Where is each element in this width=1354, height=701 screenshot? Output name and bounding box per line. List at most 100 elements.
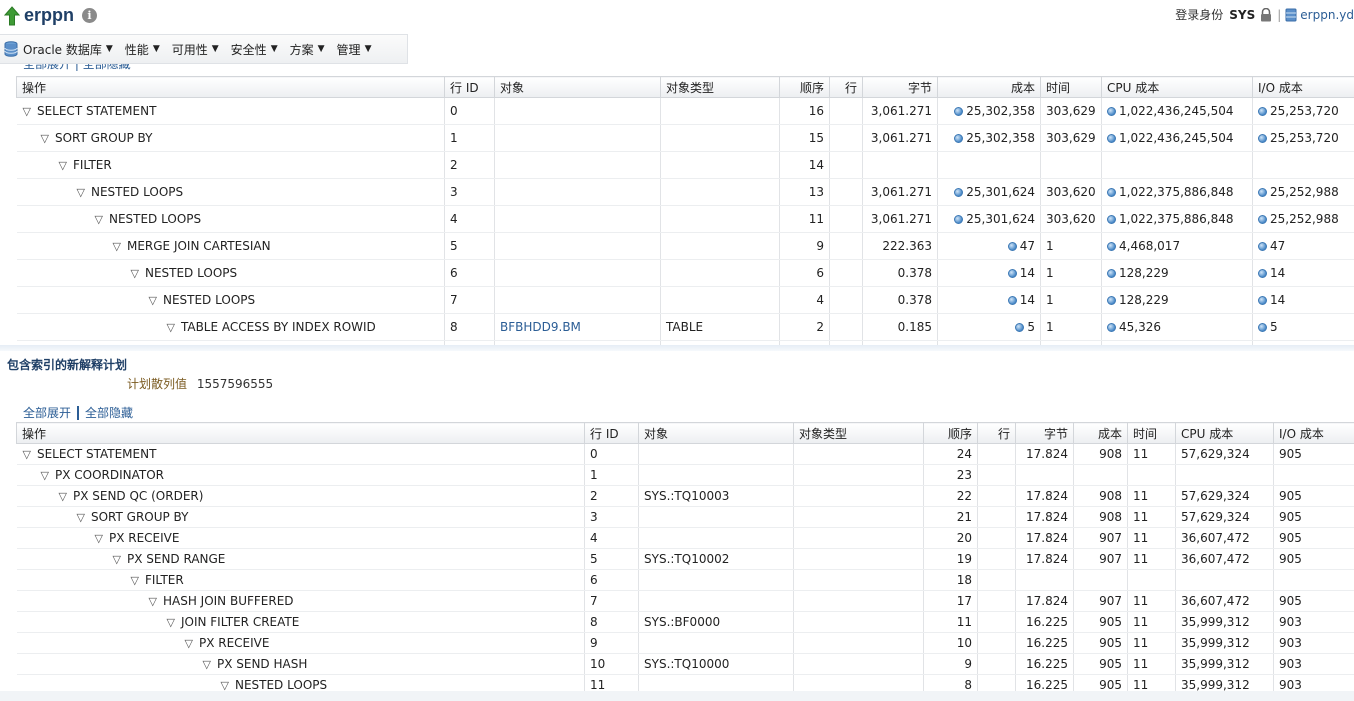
collapse-triangle-icon[interactable]: ▽ — [203, 658, 211, 671]
col-operation[interactable]: 操作 — [16, 422, 585, 444]
info-icon[interactable]: i — [82, 8, 98, 23]
plan-row[interactable]: ▽ TABLE ACCESS BY INDEX ROWID 8 BFBHDD9.BM T… — [16, 313, 1354, 341]
col-object[interactable]: 对象 — [638, 422, 794, 444]
metric-dot-icon[interactable] — [1107, 215, 1116, 224]
collapse-triangle-icon[interactable]: ▽ — [131, 267, 139, 280]
up-arrow-icon[interactable] — [4, 5, 20, 26]
metric-dot-icon[interactable] — [1107, 134, 1116, 143]
menu-schema[interactable]: 方案 ▼ — [290, 41, 325, 58]
expand-all-link[interactable]: 全部展开 — [23, 404, 71, 421]
collapse-triangle-icon[interactable]: ▽ — [149, 595, 157, 608]
col-time[interactable]: 时间 — [1040, 76, 1102, 98]
metric-dot-icon[interactable] — [1107, 188, 1116, 197]
metric-dot-icon[interactable] — [1258, 269, 1267, 278]
metric-dot-icon[interactable] — [1258, 296, 1267, 305]
plan-row[interactable]: ▽ PX SEND HASH 10 SYS.:TQ10000 9 16.225 905 11 3… — [16, 653, 1354, 675]
col-row-id[interactable]: 行 ID — [444, 76, 495, 98]
plan-row[interactable]: ▽ FILTER 2 14 — [16, 151, 1354, 179]
metric-dot-icon[interactable] — [1258, 215, 1267, 224]
collapse-triangle-icon[interactable]: ▽ — [95, 213, 103, 226]
plan-row[interactable]: ▽ PX SEND QC (ORDER) 2 SYS.:TQ10003 22 17.824… — [16, 485, 1354, 507]
collapse-triangle-icon[interactable]: ▽ — [77, 186, 85, 199]
metric-dot-icon[interactable] — [1107, 269, 1116, 278]
collapse-triangle-icon[interactable]: ▽ — [167, 616, 175, 629]
plan-row[interactable]: ▽ JOIN FILTER CREATE 8 SYS.:BF0000 11 16.225 9… — [16, 611, 1354, 633]
collapse-triangle-icon[interactable]: ▽ — [95, 532, 103, 545]
col-bytes[interactable]: 字节 — [1015, 422, 1074, 444]
plan-row[interactable]: ▽ PX RECEIVE 9 10 16.225 905 11 35,999,312 903 — [16, 632, 1354, 654]
col-cpu-cost[interactable]: CPU 成本 — [1175, 422, 1274, 444]
plan-row[interactable]: ▽ SORT GROUP BY 3 21 17.824 908 11 57,629,324 90… — [16, 506, 1354, 528]
collapse-triangle-icon[interactable]: ▽ — [59, 159, 67, 172]
metric-dot-icon[interactable] — [1258, 107, 1267, 116]
metric-dot-icon[interactable] — [954, 107, 964, 116]
collapse-triangle-icon[interactable]: ▽ — [131, 574, 139, 587]
collapse-triangle-icon[interactable]: ▽ — [77, 511, 85, 524]
col-order[interactable]: 顺序 — [779, 76, 830, 98]
metric-dot-icon[interactable] — [954, 134, 964, 143]
metric-dot-icon[interactable] — [1107, 107, 1116, 116]
metric-dot-icon[interactable] — [1258, 134, 1267, 143]
menu-security[interactable]: 安全性 ▼ — [231, 41, 278, 58]
plan-row[interactable]: ▽ NESTED LOOPS 11 8 16.225 905 11 35,999,312 903 — [16, 674, 1354, 691]
metric-dot-icon[interactable] — [1258, 242, 1267, 251]
col-object-type[interactable]: 对象类型 — [793, 422, 924, 444]
plan-row[interactable]: ▽ SELECT STATEMENT 0 24 17.824 908 11 57,629,32… — [16, 443, 1354, 465]
plan1-panel[interactable]: 全部展开 | 全部隐藏 操作 行 ID 对象 对象类型 顺序 行 字节 成本 时… — [0, 64, 1354, 345]
metric-dot-icon[interactable] — [1015, 323, 1025, 332]
plan-row[interactable]: ▽ NESTED LOOPS 4 11 3,061.271 25,301,624 303,6… — [16, 205, 1354, 233]
col-object-type[interactable]: 对象类型 — [660, 76, 780, 98]
col-operation[interactable]: 操作 — [16, 76, 445, 98]
plan-row[interactable]: ▽ HASH JOIN BUFFERED 7 17 17.824 907 11 36,607,… — [16, 590, 1354, 612]
database-link[interactable]: erppn.yd — [1300, 8, 1354, 22]
plan-row[interactable]: ▽ PX COORDINATOR 1 23 — [16, 464, 1354, 486]
menu-availability[interactable]: 可用性 ▼ — [172, 41, 219, 58]
col-cpu-cost[interactable]: CPU 成本 — [1101, 76, 1253, 98]
metric-dot-icon[interactable] — [1107, 323, 1116, 332]
plan-row[interactable]: ▽ MERGE JOIN CARTESIAN 5 9 222.363 47 1 4,468,0… — [16, 232, 1354, 260]
col-order[interactable]: 顺序 — [923, 422, 978, 444]
metric-dot-icon[interactable] — [1007, 296, 1017, 305]
collapse-triangle-icon[interactable]: ▽ — [41, 469, 49, 482]
metric-dot-icon[interactable] — [954, 215, 964, 224]
plan-row[interactable]: ▽ NESTED LOOPS 6 6 0.378 14 1 128,229 14 — [16, 259, 1354, 287]
metric-dot-icon[interactable] — [1007, 242, 1017, 251]
collapse-triangle-icon[interactable]: ▽ — [23, 448, 31, 461]
col-rows[interactable]: 行 — [829, 76, 863, 98]
plan-row[interactable]: ▽ NESTED LOOPS 7 4 0.378 14 1 128,229 14 — [16, 286, 1354, 314]
col-bytes[interactable]: 字节 — [862, 76, 938, 98]
collapse-triangle-icon[interactable]: ▽ — [113, 240, 121, 253]
col-object[interactable]: 对象 — [494, 76, 661, 98]
plan1-toggle-links[interactable]: 全部展开 | 全部隐藏 — [23, 64, 131, 72]
col-io-cost[interactable]: I/O 成本 — [1252, 76, 1354, 98]
plan-row[interactable]: ▽ NESTED LOOPS 3 13 3,061.271 25,301,624 303,6… — [16, 178, 1354, 206]
metric-dot-icon[interactable] — [1258, 188, 1267, 197]
col-io-cost[interactable]: I/O 成本 — [1273, 422, 1354, 444]
plan2-panel[interactable]: 操作 行 ID 对象 对象类型 顺序 行 字节 成本 时间 CPU 成本 I/O… — [0, 422, 1354, 691]
col-time[interactable]: 时间 — [1127, 422, 1176, 444]
col-rows[interactable]: 行 — [977, 422, 1016, 444]
plan-row[interactable]: ▽ SELECT STATEMENT 0 16 3,061.271 25,302,358 3… — [16, 97, 1354, 125]
metric-dot-icon[interactable] — [1258, 323, 1267, 332]
metric-dot-icon[interactable] — [1107, 242, 1116, 251]
menu-oracle-database[interactable]: Oracle 数据库 ▼ — [23, 41, 113, 58]
menu-administration[interactable]: 管理 ▼ — [337, 41, 372, 58]
plan-row[interactable]: ▽ PX SEND RANGE 5 SYS.:TQ10002 19 17.824 907 11… — [16, 548, 1354, 570]
col-row-id[interactable]: 行 ID — [584, 422, 639, 444]
collapse-triangle-icon[interactable]: ▽ — [59, 490, 67, 503]
plan-row[interactable]: ▽ SORT GROUP BY 1 15 3,061.271 25,302,358 303,… — [16, 124, 1354, 152]
menu-performance[interactable]: 性能 ▼ — [125, 41, 160, 58]
metric-dot-icon[interactable] — [954, 188, 964, 197]
col-cost[interactable]: 成本 — [937, 76, 1041, 98]
collapse-triangle-icon[interactable]: ▽ — [113, 553, 121, 566]
metric-dot-icon[interactable] — [1107, 296, 1116, 305]
collapse-triangle-icon[interactable]: ▽ — [185, 637, 193, 650]
plan-row[interactable]: ▽ PX RECEIVE 4 20 17.824 907 11 36,607,472 905 — [16, 527, 1354, 549]
plan-row[interactable]: ▽ FILTER 6 18 — [16, 569, 1354, 591]
collapse-triangle-icon[interactable]: ▽ — [41, 132, 49, 145]
collapse-triangle-icon[interactable]: ▽ — [221, 679, 229, 691]
collapse-all-link[interactable]: 全部隐藏 — [85, 404, 133, 421]
col-cost[interactable]: 成本 — [1073, 422, 1128, 444]
collapse-triangle-icon[interactable]: ▽ — [23, 105, 31, 118]
collapse-triangle-icon[interactable]: ▽ — [167, 321, 175, 334]
